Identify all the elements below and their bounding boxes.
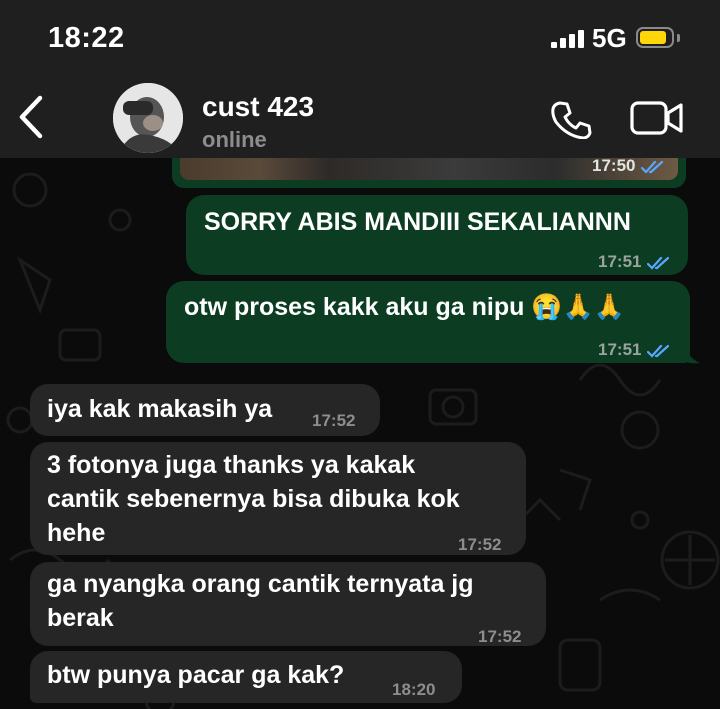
message-meta: 17:51 — [598, 333, 673, 367]
outgoing-message[interactable]: otw proses kakk aku ga nipu 😭🙏🙏 17:51 — [166, 281, 690, 363]
back-chevron-icon[interactable] — [12, 92, 52, 142]
bubble-tail — [684, 344, 700, 364]
chat-header: cust 423 online — [0, 80, 720, 158]
message-text: 3 fotonya juga thanks ya kakak cantik se… — [47, 448, 460, 550]
double-check-icon — [647, 344, 670, 358]
status-time: 18:22 — [48, 22, 125, 54]
message-line: 3 fotonya juga thanks ya kakak — [47, 451, 416, 479]
video-call-icon[interactable] — [630, 100, 684, 136]
message-time: 17:50 — [592, 158, 636, 175]
message-line: ga nyangka orang cantik ternyata jg — [47, 570, 474, 598]
message-time: 17:52 — [458, 535, 502, 554]
contact-status: online — [202, 127, 267, 152]
phone-call-icon[interactable] — [550, 99, 594, 139]
incoming-message[interactable]: 3 fotonya juga thanks ya kakak cantik se… — [30, 442, 526, 555]
message-time: 18:20 — [392, 680, 436, 699]
incoming-message[interactable]: ga nyangka orang cantik ternyata jg bera… — [30, 562, 546, 646]
cellular-signal-icon — [551, 30, 584, 48]
message-line: hehe — [47, 519, 106, 547]
double-check-icon — [647, 256, 670, 270]
battery-icon — [636, 27, 674, 48]
battery-cap — [677, 34, 680, 42]
message-text: ga nyangka orang cantik ternyata jg bera… — [47, 567, 474, 635]
message-meta: 17:50 — [592, 158, 667, 176]
contact-avatar[interactable] — [113, 83, 183, 153]
message-time: 17:51 — [598, 252, 642, 271]
message-line: berak — [47, 604, 114, 632]
avatar-photo — [113, 83, 183, 153]
message-text: btw punya pacar ga kak? — [47, 661, 345, 689]
outgoing-photo-message[interactable]: 17:50 — [172, 158, 686, 188]
outgoing-message[interactable]: SORRY ABIS MANDIII SEKALIANNN 17:51 — [186, 195, 688, 275]
message-text: iya kak makasih ya — [47, 395, 273, 423]
double-check-icon — [641, 160, 664, 174]
incoming-message[interactable]: btw punya pacar ga kak? 18:20 — [30, 651, 462, 703]
message-line: cantik sebenernya bisa dibuka kok — [47, 485, 460, 513]
contact-name[interactable]: cust 423 — [202, 91, 314, 123]
network-type: 5G — [592, 23, 627, 53]
status-bar: 18:22 5G — [0, 0, 720, 80]
message-text: SORRY ABIS MANDIII SEKALIANNN — [204, 208, 631, 236]
battery-level — [640, 31, 666, 44]
message-time: 17:51 — [598, 340, 642, 359]
message-meta: 17:51 — [598, 245, 673, 279]
message-time: 17:52 — [478, 627, 522, 646]
message-list[interactable]: 17:50 SORRY ABIS MANDIII SEKALIANNN 17:5… — [0, 158, 720, 709]
incoming-message[interactable]: iya kak makasih ya 17:52 — [30, 384, 380, 436]
message-text: otw proses kakk aku ga nipu 😭🙏🙏 — [184, 293, 625, 321]
message-time: 17:52 — [312, 411, 356, 430]
